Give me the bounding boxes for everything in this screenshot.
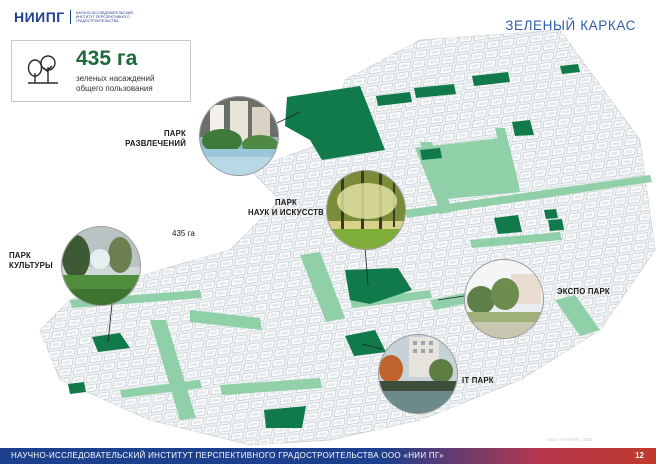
page-number: 12 [635,451,644,460]
park-culture-photo [61,226,141,306]
footer-bar: НАУЧНО-ИССЛЕДОВАТЕЛЬСКИЙ ИНСТИТУТ ПЕРСПЕ… [0,448,656,464]
expo-park-photo [464,259,544,339]
park-culture-label: ПАРК КУЛЬТУРЫ [9,251,53,270]
summary-box: 435 га зеленых насаждений общего пользов… [11,40,191,102]
logo-subtitle: НАУЧНО-ИССЛЕДОВАТЕЛЬСКИЙ ИНСТИТУТ ПЕРСПЕ… [75,10,133,24]
it-park-label: IT ПАРК [462,376,494,385]
park-science-label: ПАРК НАУК И ИСКУССТВ [247,198,324,217]
park-entertainment-label: ПАРК РАЗВЛЕЧЕНИЙ [125,129,186,148]
slide-title: ЗЕЛЕНЫЙ КАРКАС [505,18,636,33]
trees-icon [27,55,58,84]
total-area-value: 435 га [76,47,138,70]
logo-divider [69,10,71,24]
slide: НИИПГ НАУЧНО-ИССЛЕДОВАТЕЛЬСКИЙ ИНСТИТУТ … [0,0,656,464]
logo-text: НИИПГ [14,9,65,25]
park-entertainment-photo [199,96,279,176]
it-park-photo [378,334,458,414]
footer-text: НАУЧНО-ИССЛЕДОВАТЕЛЬСКИЙ ИНСТИТУТ ПЕРСПЕ… [11,451,444,460]
expo-park-label: ЭКСПО ПАРК [557,287,610,296]
park-science-photo [326,170,406,250]
watermark: ООО «НИИ ПГ», 2021 [547,437,593,442]
total-area-description: зеленых насаждений общего пользования [76,74,155,93]
logo: НИИПГ НАУЧНО-ИССЛЕДОВАТЕЛЬСКИЙ ИНСТИТУТ … [14,6,136,28]
map-area-note: 435 га [172,229,195,238]
